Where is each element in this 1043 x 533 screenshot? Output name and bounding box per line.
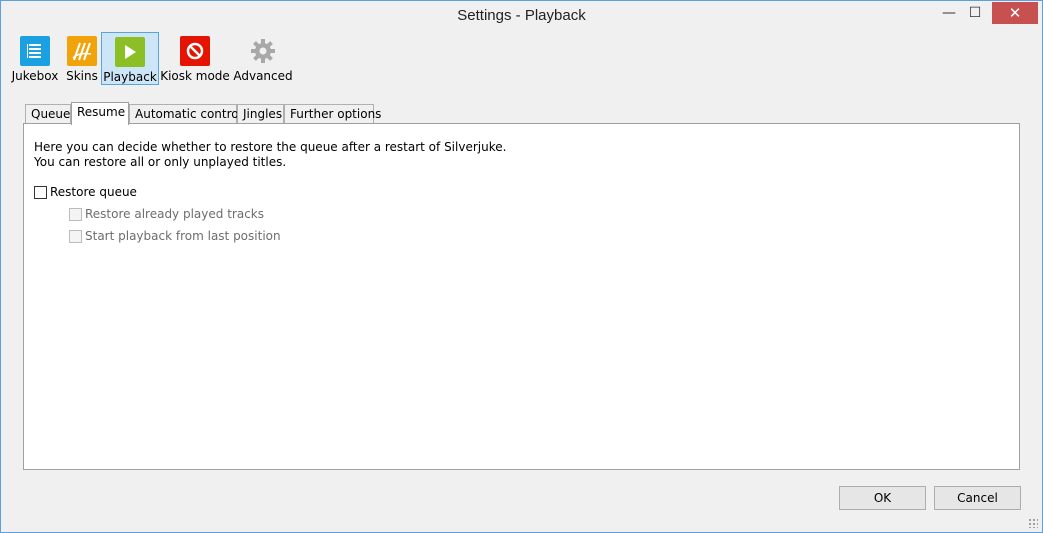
restore-queue-label: Restore queue	[50, 185, 137, 199]
restore-played-label: Restore already played tracks	[85, 207, 264, 221]
tab-further-options[interactable]: Further options	[284, 104, 381, 124]
start-last-position-label: Start playback from last position	[85, 229, 281, 243]
description-line: You can restore all or only unplayed tit…	[34, 155, 287, 169]
playback-icon	[115, 37, 145, 67]
toolbar-item-label: Skins	[66, 69, 98, 83]
toolbar-item-label: Playback	[103, 70, 157, 84]
toolbar-item-advanced[interactable]: Advanced	[233, 32, 293, 85]
gear-icon	[248, 36, 278, 66]
skins-icon	[67, 36, 97, 66]
start-last-position-checkbox	[69, 229, 82, 243]
toolbar-item-kiosk-mode[interactable]: Kiosk mode	[160, 32, 230, 85]
close-button[interactable]: ✕	[992, 2, 1038, 24]
jukebox-icon	[20, 36, 50, 66]
toolbar-item-label: Jukebox	[11, 69, 59, 83]
restore-queue-checkbox[interactable]	[34, 185, 47, 199]
description-line: Here you can decide whether to restore t…	[34, 140, 507, 154]
kiosk-icon	[180, 36, 210, 66]
restore-queue-option[interactable]: Restore queue	[34, 185, 137, 199]
restore-played-checkbox	[69, 207, 82, 221]
restore-played-option: Restore already played tracks	[69, 207, 264, 221]
toolbar-item-label: Advanced	[233, 69, 293, 83]
start-last-position-option: Start playback from last position	[69, 229, 281, 243]
maximize-button[interactable]: ☐	[963, 2, 987, 24]
resume-panel: Here you can decide whether to restore t…	[23, 123, 1020, 470]
cancel-button[interactable]: Cancel	[934, 486, 1021, 510]
toolbar-item-skins[interactable]: Skins	[62, 32, 102, 85]
resume-description: Here you can decide whether to restore t…	[34, 140, 506, 170]
resize-grip[interactable]	[1028, 518, 1038, 528]
minimize-button[interactable]: —	[937, 2, 961, 24]
toolbar-item-label: Kiosk mode	[160, 69, 230, 83]
tab-jingles[interactable]: Jingles	[237, 104, 284, 124]
toolbar-item-playback[interactable]: Playback	[101, 32, 159, 85]
tab-queue[interactable]: Queue	[25, 104, 71, 124]
tab-automatic-control[interactable]: Automatic control	[129, 104, 242, 124]
title-bar[interactable]: Settings - Playback — ☐ ✕	[1, 1, 1042, 32]
window-title: Settings - Playback	[457, 7, 586, 24]
toolbar-item-jukebox[interactable]: Jukebox	[11, 32, 59, 85]
ok-button[interactable]: OK	[839, 486, 926, 510]
tab-resume[interactable]: Resume	[71, 102, 129, 125]
settings-window: Settings - Playback — ☐ ✕ Jukebox Skins …	[0, 0, 1043, 533]
